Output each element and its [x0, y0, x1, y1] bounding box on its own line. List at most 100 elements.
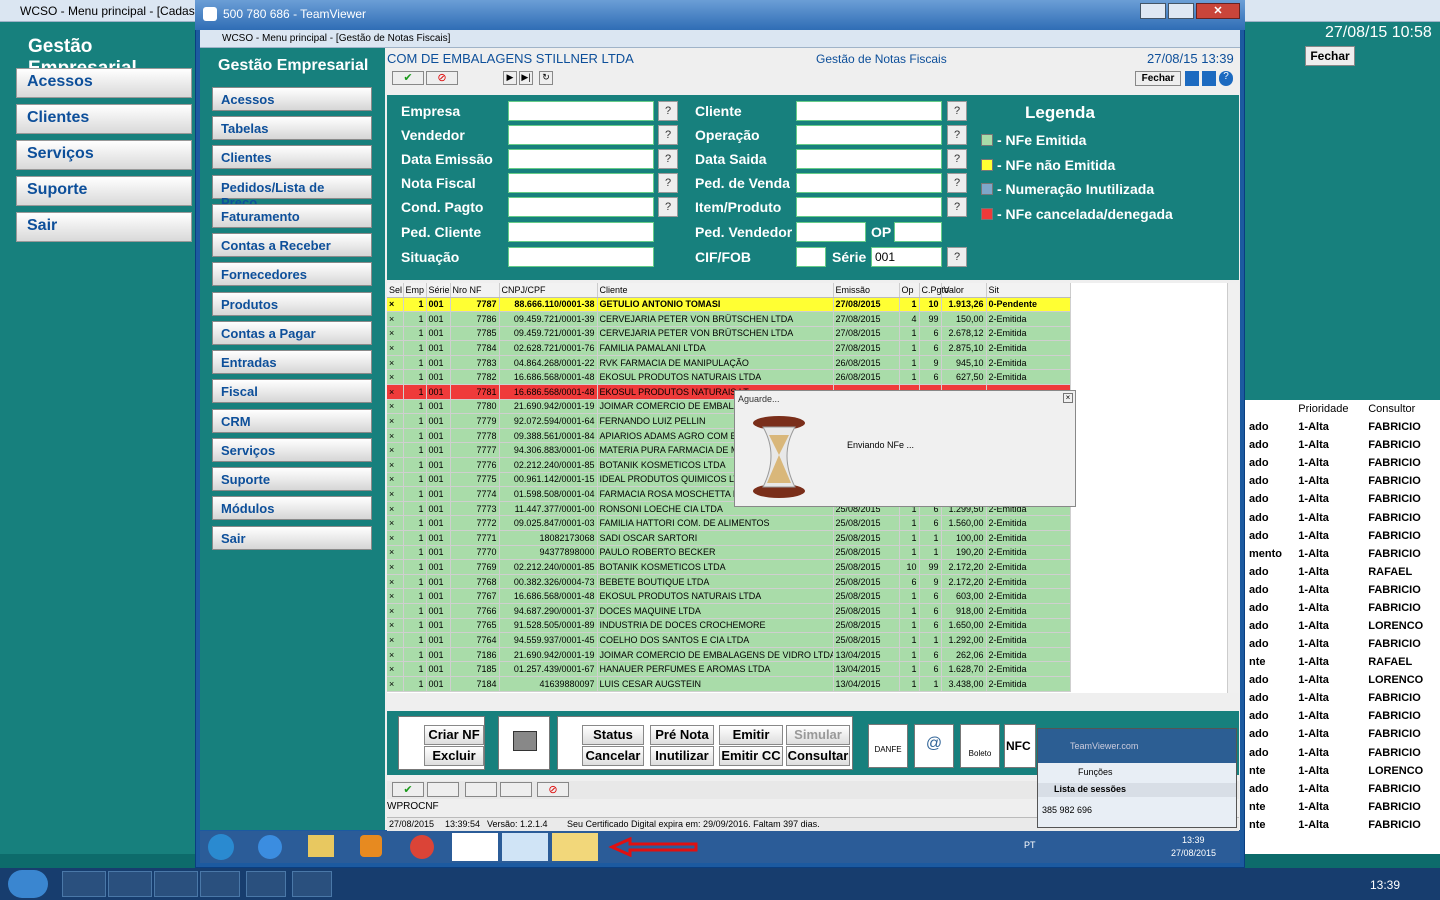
ped-cliente-input[interactable]	[508, 222, 654, 242]
ped-vendedor-input[interactable]	[796, 222, 866, 242]
data-saida-input[interactable]	[796, 149, 942, 169]
op-input[interactable]	[894, 222, 942, 242]
chrome-icon[interactable]	[410, 835, 434, 859]
list-item[interactable]: ado 1-Alta FABRICIO	[1245, 707, 1440, 725]
inutilizar-button[interactable]: Inutilizar	[650, 746, 714, 766]
calendar-icon[interactable]	[1202, 71, 1216, 86]
print-button[interactable]	[498, 716, 550, 770]
help-icon[interactable]: ?	[1219, 71, 1233, 86]
email-icon[interactable]: @	[914, 724, 954, 768]
grid-col-header[interactable]: Op	[899, 283, 920, 298]
grid-col-header[interactable]: Série	[426, 283, 451, 298]
table-row[interactable]: × 1 001 7783 04.864.268/0001-22 RVK FARMACIA …	[387, 355, 1071, 371]
wcso-icon[interactable]	[452, 833, 498, 861]
outer-close-button[interactable]: Fechar	[1305, 46, 1355, 66]
pre-nota-button[interactable]: Pré Nota	[650, 725, 714, 745]
vendedor-input[interactable]	[508, 125, 654, 145]
cancel-icon[interactable]: ⊘	[426, 71, 458, 85]
grid-col-header[interactable]: Sel	[387, 283, 404, 298]
sidebar-item-13[interactable]: Suporte	[212, 467, 372, 491]
refresh-icon[interactable]: ↻	[539, 71, 553, 85]
serie-input[interactable]: 001	[871, 247, 942, 267]
task-app-1-icon[interactable]	[62, 871, 106, 897]
cancelar-button[interactable]: Cancelar	[582, 746, 644, 766]
back-icon[interactable]	[1185, 71, 1199, 86]
grid-col-header[interactable]: C.Pgto	[919, 283, 949, 298]
sidebar-item-5[interactable]: Contas a Receber	[212, 233, 372, 257]
last-icon[interactable]: ▶|	[519, 71, 533, 85]
nfe-task-icon[interactable]	[552, 833, 598, 861]
print-cfop-icon[interactable]	[465, 782, 497, 797]
list-item[interactable]: ado 1-Alta FABRICIO	[1245, 418, 1440, 436]
list-item[interactable]: ado 1-Alta FABRICIO	[1245, 689, 1440, 707]
list-item[interactable]: ado 1-Alta FABRICIO	[1245, 508, 1440, 526]
table-row[interactable]: × 1 001 7184 41639880097 LUIS CESAR AUGSTEIN 1…	[387, 676, 1071, 692]
task-folder-icon[interactable]	[200, 871, 240, 897]
list-item[interactable]: ado 1-Alta FABRICIO	[1245, 454, 1440, 472]
table-row[interactable]: × 1 001 7784 02.628.721/0001-76 FAMILIA PAMAL…	[387, 340, 1071, 356]
grid-col-header[interactable]: CNPJ/CPF	[499, 283, 598, 298]
list-item[interactable]: ado 1-Alta FABRICIO	[1245, 581, 1440, 599]
sidebar-item-8[interactable]: Contas a Pagar	[212, 321, 372, 345]
sidebar-item-14[interactable]: Módulos	[212, 496, 372, 520]
start-icon[interactable]	[208, 834, 234, 860]
ok-icon[interactable]: ✔	[392, 782, 424, 797]
lookup-cliente-icon[interactable]: ?	[947, 101, 967, 121]
print-small-icon[interactable]	[427, 782, 459, 797]
table-row[interactable]: × 1 001 7771 18082173068 SADI OSCAR SARTORI 25…	[387, 530, 1071, 546]
empresa-input[interactable]	[508, 101, 654, 121]
table-row[interactable]: × 1 001 7770 94377898000 PAULO ROBERTO BECKER…	[387, 545, 1071, 561]
nota-fiscal-input[interactable]	[508, 173, 654, 193]
stop-icon[interactable]: ⊘	[537, 782, 569, 797]
excluir-button[interactable]: Excluir	[424, 746, 484, 766]
cif-fob-input[interactable]	[796, 247, 826, 267]
table-row[interactable]: × 1 001 7765 91.528.505/0001-89 INDUSTRIA DE …	[387, 618, 1071, 634]
lookup-operacao-icon[interactable]: ?	[947, 125, 967, 145]
table-row[interactable]: × 1 001 7766 94.687.290/0001-37 DOCES MAQUINE…	[387, 603, 1071, 619]
ie-icon[interactable]	[258, 835, 282, 859]
list-item[interactable]: nte 1-Alta FABRICIO	[1245, 816, 1440, 834]
lookup-vendedor-icon[interactable]: ?	[658, 125, 678, 145]
confirm-icon[interactable]: ✔	[392, 71, 424, 85]
outer-menu-clientes[interactable]: Clientes	[16, 104, 192, 134]
task-chrome-icon[interactable]	[108, 871, 152, 897]
table-row[interactable]: × 1 001 7785 09.459.721/0001-39 CERVEJARIA PE…	[387, 326, 1071, 342]
media-player-icon[interactable]	[360, 835, 382, 857]
operacao-input[interactable]	[796, 125, 942, 145]
list-item[interactable]: ado 1-Alta RAFAEL	[1245, 563, 1440, 581]
list-item[interactable]: ado 1-Alta FABRICIO	[1245, 725, 1440, 743]
list-item[interactable]: ado 1-Alta LORENCO	[1245, 671, 1440, 689]
table-row[interactable]: × 1 001 7786 09.459.721/0001-39 CERVEJARIA PE…	[387, 311, 1071, 327]
grid-col-header[interactable]: Emissão	[833, 283, 900, 298]
tv-session-id[interactable]: 385 982 696	[1038, 797, 1236, 815]
grid-col-header[interactable]: Valor	[941, 283, 987, 298]
sidebar-item-0[interactable]: Acessos	[212, 87, 372, 111]
situacao-input[interactable]	[508, 247, 654, 267]
outer-menu-servicos[interactable]: Serviços	[16, 140, 192, 170]
minimize-icon[interactable]	[1140, 3, 1166, 19]
outer-menu-sair[interactable]: Sair	[16, 212, 192, 242]
nfc-button[interactable]: NFC	[1004, 724, 1036, 768]
list-item[interactable]: ado 1-Alta FABRICIO	[1245, 743, 1440, 761]
criar-nf-button[interactable]: Criar NF	[424, 725, 484, 745]
status-button[interactable]: Status	[582, 725, 644, 745]
table-row[interactable]: × 1 001 7769 02.212.240/0001-85 BOTANIK KOSME…	[387, 559, 1071, 575]
sidebar-item-7[interactable]: Produtos	[212, 292, 372, 316]
grid-col-header[interactable]: Cliente	[597, 283, 834, 298]
folder-icon[interactable]	[308, 835, 334, 857]
danfe-button[interactable]: DANFE	[868, 724, 908, 768]
table-row[interactable]: × 1 001 7782 16.686.568/0001-48 EKOSUL PRODUT…	[387, 369, 1071, 386]
list-item[interactable]: ado 1-Alta FABRICIO	[1245, 436, 1440, 454]
sidebar-item-11[interactable]: CRM	[212, 409, 372, 433]
lookup-empresa-icon[interactable]: ?	[658, 101, 678, 121]
sidebar-item-6[interactable]: Fornecedores	[212, 262, 372, 286]
table-row[interactable]: × 1 001 7185 01.257.439/0001-67 HANAUER PERFU…	[387, 661, 1071, 677]
print-ncm-icon[interactable]	[500, 782, 532, 797]
list-item[interactable]: ado 1-Alta FABRICIO	[1245, 472, 1440, 490]
table-row[interactable]: × 1 001 7764 94.559.937/0001-45 COELHO DOS SA…	[387, 632, 1071, 648]
grid-col-header[interactable]: Sit	[986, 283, 1071, 298]
list-item[interactable]: ado 1-Alta FABRICIO	[1245, 490, 1440, 508]
sidebar-item-1[interactable]: Tabelas	[212, 116, 372, 140]
list-item[interactable]: nte 1-Alta RAFAEL	[1245, 653, 1440, 671]
emitir-button[interactable]: Emitir	[719, 725, 783, 745]
